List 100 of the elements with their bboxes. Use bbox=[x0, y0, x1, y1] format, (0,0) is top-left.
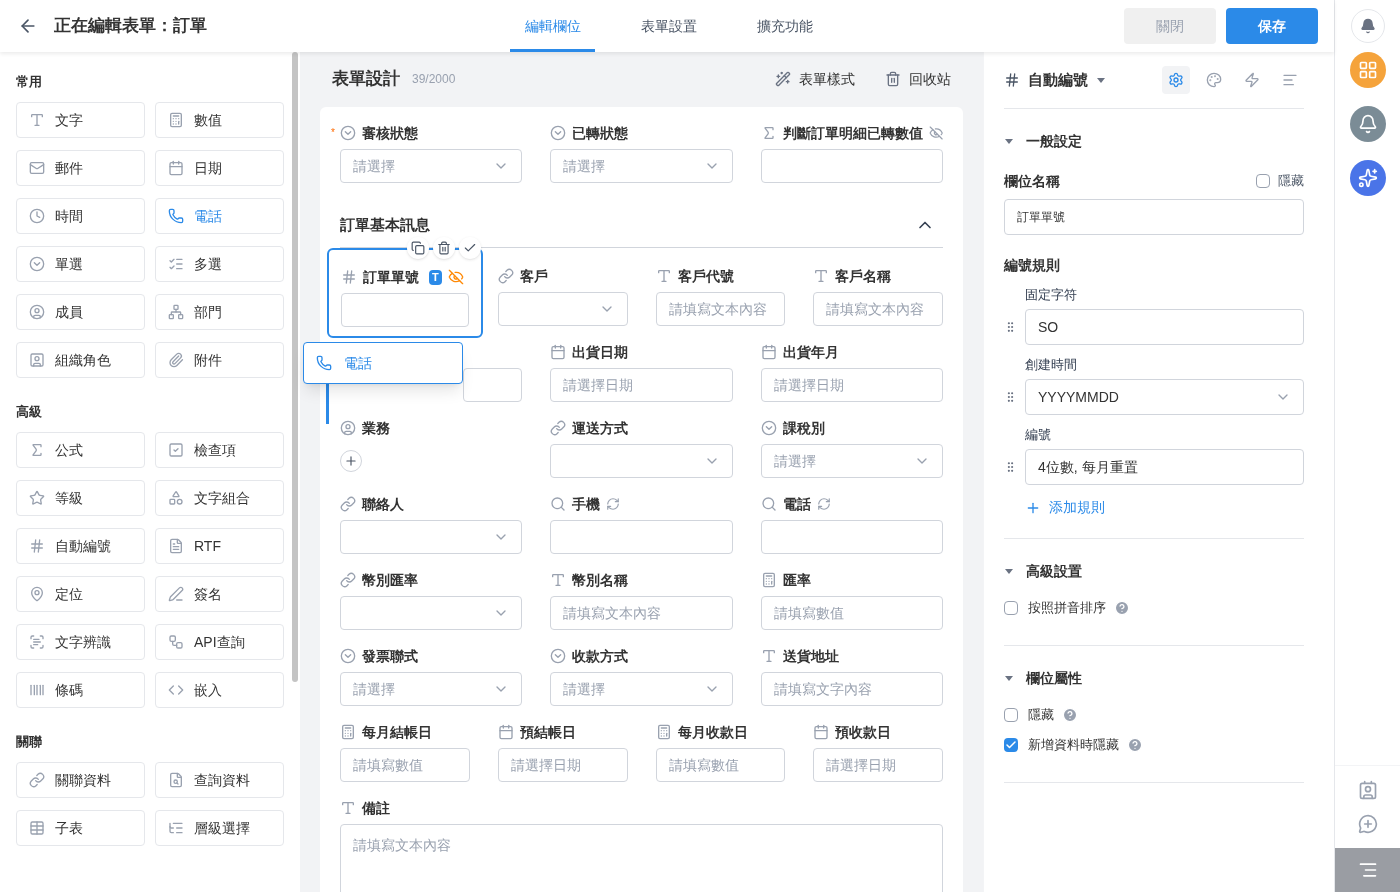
field-type-item[interactable]: API查詢 bbox=[155, 624, 284, 660]
input-field[interactable]: 訂單單號 bbox=[1004, 199, 1304, 235]
field-type-item[interactable]: 子表 bbox=[16, 810, 145, 846]
hash-icon bbox=[341, 269, 357, 285]
canvas-title: 表單設計 bbox=[332, 68, 400, 91]
placeholder: 請選擇 bbox=[353, 679, 395, 699]
tab[interactable]: 表單設置 bbox=[626, 0, 711, 52]
rich-text-icon bbox=[168, 538, 184, 554]
field-type-item[interactable]: 組織角色 bbox=[16, 342, 145, 378]
user-card-icon bbox=[29, 352, 45, 368]
field-type-item[interactable]: 關聯資料 bbox=[16, 762, 145, 798]
field-type-item[interactable]: 文字辨識 bbox=[16, 624, 145, 660]
input-field[interactable]: SO bbox=[1025, 309, 1304, 345]
select-field[interactable] bbox=[550, 444, 733, 478]
field-label: 手機 bbox=[572, 494, 601, 514]
caret-icon[interactable] bbox=[1004, 566, 1014, 576]
field-value: YYYYMMDD bbox=[1038, 387, 1119, 407]
contact-card-icon[interactable] bbox=[1357, 780, 1378, 800]
field-type-item[interactable]: 文字 bbox=[16, 102, 145, 138]
input-field[interactable] bbox=[341, 293, 469, 327]
field-type-item[interactable]: 層級選擇 bbox=[155, 810, 284, 846]
field-type-item[interactable]: 檢查項 bbox=[155, 432, 284, 468]
caret-icon[interactable] bbox=[1004, 136, 1014, 146]
field-type-item[interactable]: 公式 bbox=[16, 432, 145, 468]
add-button[interactable] bbox=[340, 450, 362, 472]
app-button[interactable] bbox=[1349, 52, 1386, 88]
calendar-icon bbox=[550, 344, 567, 360]
rule-label: 編號 bbox=[1025, 426, 1052, 443]
form-style-button[interactable]: 表單樣式 bbox=[775, 68, 855, 90]
field-type-item[interactable]: 郵件 bbox=[16, 150, 145, 186]
field-label: 訂單單號 bbox=[363, 267, 419, 287]
help-icon[interactable] bbox=[1114, 600, 1130, 616]
lines-icon bbox=[1282, 72, 1298, 88]
copy-button[interactable] bbox=[406, 237, 429, 259]
dragged-field-item[interactable]: 電話 bbox=[303, 342, 463, 384]
field-label: 預收款日 bbox=[835, 722, 892, 742]
palette-icon bbox=[1206, 72, 1222, 88]
text-icon bbox=[550, 572, 567, 588]
checkbox[interactable] bbox=[1004, 601, 1018, 615]
chat-plus-icon[interactable] bbox=[1357, 814, 1378, 834]
calendar-icon bbox=[168, 160, 184, 176]
input-field[interactable] bbox=[463, 368, 523, 402]
help-icon[interactable] bbox=[1062, 707, 1078, 723]
checkbox-icon bbox=[168, 442, 184, 458]
add-rule-link[interactable]: 添加規則 bbox=[1025, 497, 1105, 518]
scrollbar-thumb[interactable] bbox=[292, 52, 298, 682]
property-tab[interactable] bbox=[1162, 66, 1190, 94]
help-icon[interactable] bbox=[1127, 737, 1143, 753]
app-button[interactable] bbox=[1349, 160, 1386, 196]
select-field[interactable] bbox=[497, 292, 628, 326]
placeholder: 請選擇 bbox=[773, 451, 816, 471]
field-type-item[interactable]: 條碼 bbox=[16, 672, 145, 708]
field-type-item[interactable]: RTF bbox=[155, 528, 284, 564]
select-field[interactable] bbox=[340, 596, 523, 630]
field-type-item[interactable]: 單選 bbox=[16, 246, 145, 282]
field-type-item[interactable]: 等級 bbox=[16, 480, 145, 516]
field-type-item[interactable]: 定位 bbox=[16, 576, 145, 612]
app-button[interactable] bbox=[1349, 106, 1386, 142]
caret-icon[interactable] bbox=[1096, 75, 1106, 85]
checkbox[interactable] bbox=[1004, 738, 1018, 752]
field-label: 客戶代號 bbox=[677, 266, 734, 286]
input-field[interactable]: 4位數, 每月重置 bbox=[1025, 449, 1304, 485]
field-type-item[interactable]: 成員 bbox=[16, 294, 145, 330]
phone-icon bbox=[316, 355, 332, 371]
field-type-item[interactable]: 自動編號 bbox=[16, 528, 145, 564]
field-type-item[interactable]: 部門 bbox=[155, 294, 284, 330]
field-type-item[interactable]: 查詢資料 bbox=[155, 762, 284, 798]
field-label: 匯率 bbox=[782, 570, 811, 590]
text-icon bbox=[340, 800, 356, 816]
field-type-item[interactable]: 電話 bbox=[155, 198, 284, 234]
input-field[interactable] bbox=[550, 520, 733, 554]
field-type-item[interactable]: 數值 bbox=[155, 102, 284, 138]
field-type-item[interactable]: 文字組合 bbox=[155, 480, 284, 516]
input-field[interactable] bbox=[760, 520, 943, 554]
field-type-item[interactable]: 附件 bbox=[155, 342, 284, 378]
confirm-button[interactable] bbox=[458, 237, 481, 259]
field-label: 課稅別 bbox=[782, 418, 825, 438]
selected-field[interactable]: 訂單單號 T bbox=[327, 248, 483, 338]
field-type-item[interactable]: 簽名 bbox=[155, 576, 284, 612]
caret-icon[interactable] bbox=[1004, 673, 1014, 683]
recycle-bin-button[interactable]: 回收站 bbox=[885, 68, 951, 90]
checkbox[interactable] bbox=[1004, 708, 1018, 722]
calendar-icon bbox=[760, 344, 777, 360]
select-field[interactable]: YYYYMMDD bbox=[1025, 379, 1304, 415]
select-field[interactable] bbox=[340, 520, 523, 554]
delete-button[interactable] bbox=[432, 237, 455, 259]
input-field[interactable] bbox=[760, 149, 943, 183]
tab[interactable]: 擴充功能 bbox=[742, 0, 827, 52]
table-icon bbox=[29, 820, 45, 836]
field-type-item[interactable]: 嵌入 bbox=[155, 672, 284, 708]
save-button[interactable]: 保存 bbox=[1226, 8, 1318, 44]
search-icon bbox=[760, 496, 777, 512]
field-type-item[interactable]: 多選 bbox=[155, 246, 284, 282]
field-type-item[interactable]: 日期 bbox=[155, 150, 284, 186]
mail-icon bbox=[29, 160, 45, 176]
collapse-panel-button[interactable] bbox=[1335, 848, 1400, 892]
checkbox[interactable] bbox=[1256, 174, 1270, 188]
field-type-item[interactable]: 時間 bbox=[16, 198, 145, 234]
lines-icon bbox=[1357, 860, 1378, 880]
field-type-title[interactable]: 自動編號 bbox=[1028, 68, 1088, 92]
